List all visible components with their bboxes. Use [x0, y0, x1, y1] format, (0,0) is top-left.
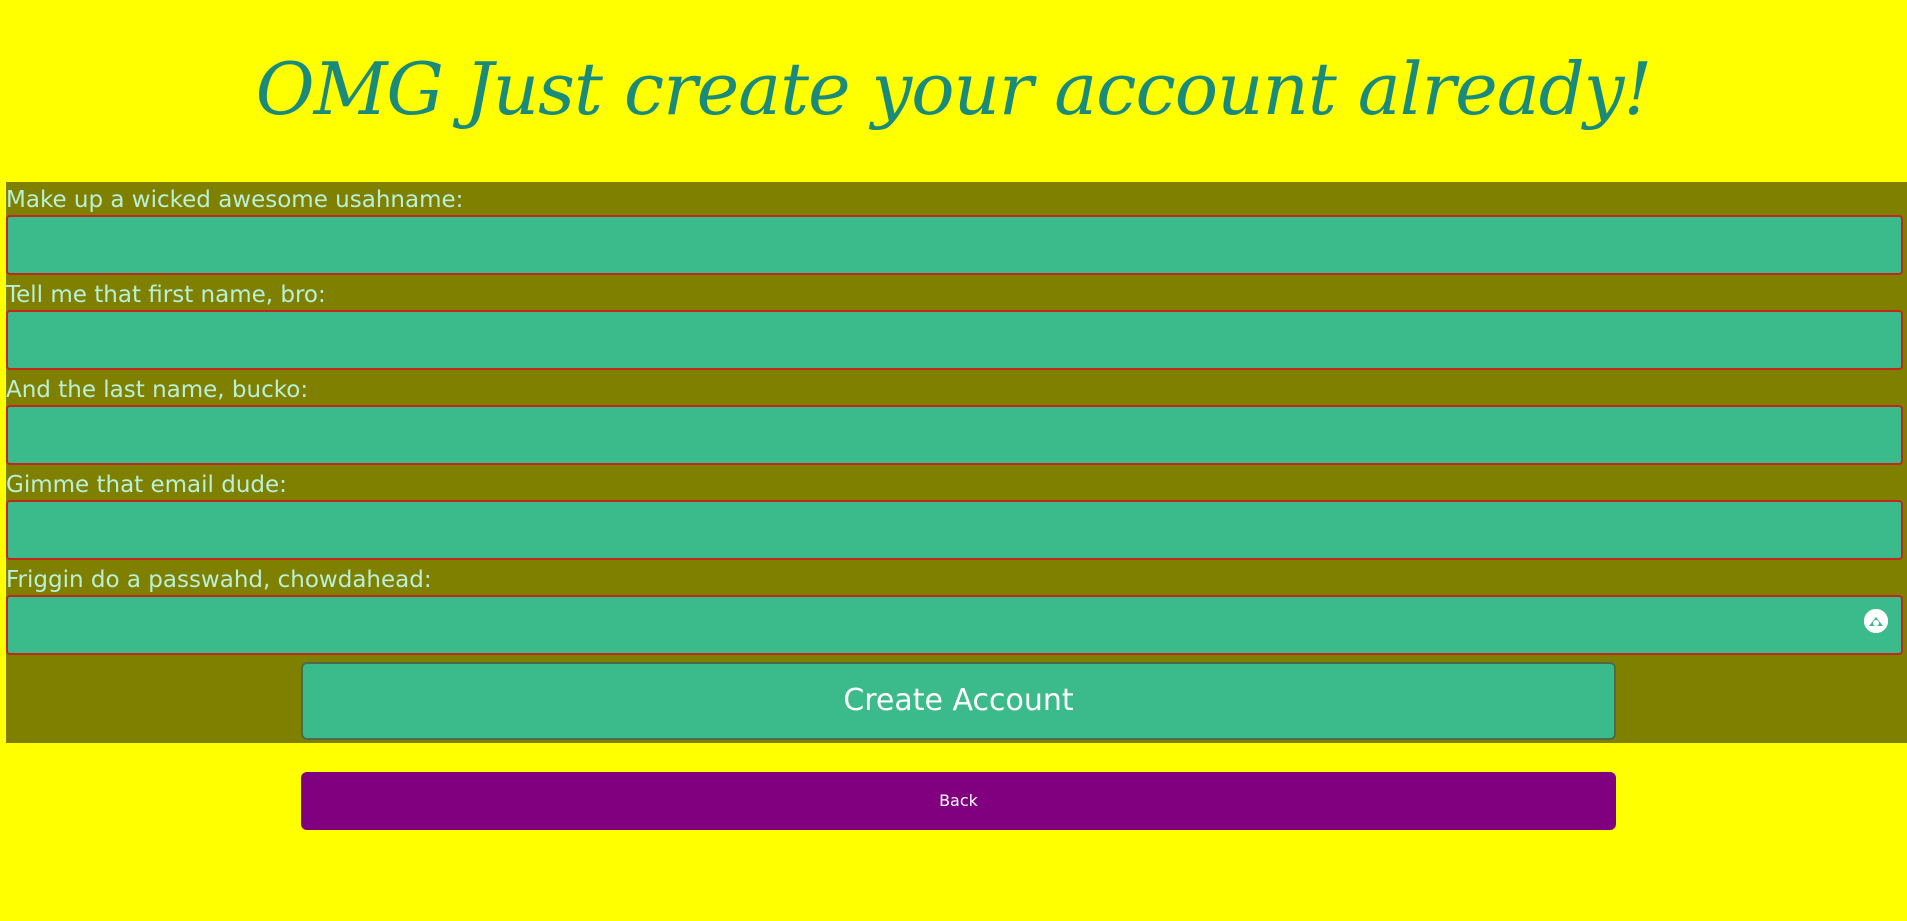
username-label: Make up a wicked awesome usahname:: [6, 187, 464, 213]
first-name-label: Tell me that first name, bro:: [6, 282, 326, 308]
last-name-input[interactable]: [6, 405, 1903, 465]
create-account-button[interactable]: Create Account: [301, 662, 1616, 740]
first-name-input[interactable]: [6, 310, 1903, 370]
email-input[interactable]: [6, 500, 1903, 560]
back-button[interactable]: Back: [301, 772, 1616, 830]
username-input[interactable]: [6, 215, 1903, 275]
email-label: Gimme that email dude:: [6, 472, 287, 498]
password-input[interactable]: [6, 595, 1903, 655]
password-manager-icon[interactable]: [1864, 609, 1888, 633]
page-title: OMG Just create your account already!: [255, 47, 1653, 131]
password-label: Friggin do a passwahd, chowdahead:: [6, 567, 432, 593]
create-account-form: Make up a wicked awesome usahname: Tell …: [6, 182, 1907, 743]
last-name-label: And the last name, bucko:: [6, 377, 309, 403]
